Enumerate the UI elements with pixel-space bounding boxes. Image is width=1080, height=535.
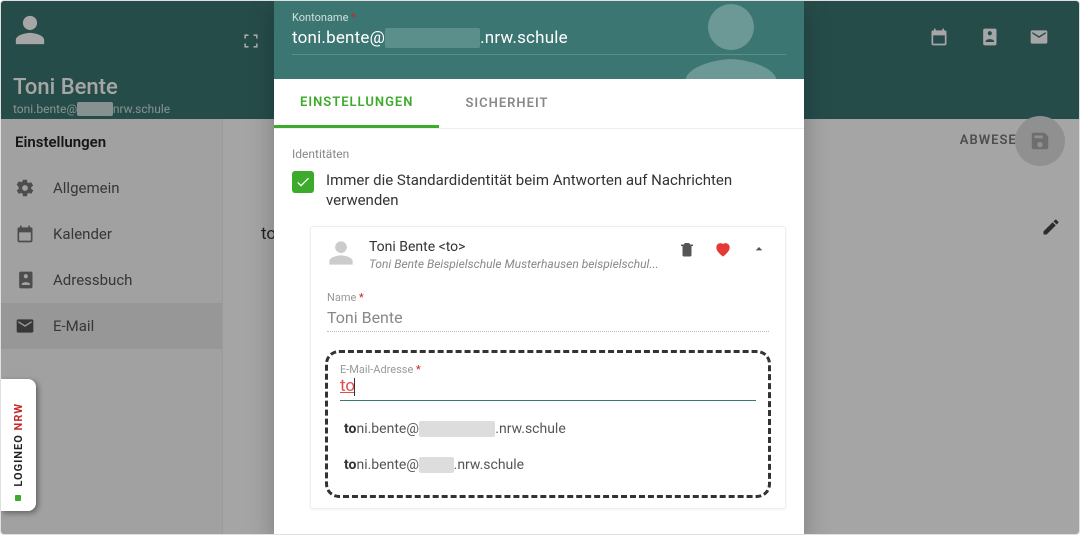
tab-einstellungen[interactable]: EINSTELLUNGEN [274,79,439,128]
app-root: MITTWOCH Toni Bente toni.bente@xxxxxxnrw… [0,0,1080,535]
identity-subtitle: Toni Bente Beispielschule Musterhausen b… [369,257,663,271]
name-input[interactable] [327,304,769,332]
dialog-body: Identitäten Immer die Standardidentität … [274,129,804,509]
email-label: E-Mail-Adresse [340,363,413,376]
suggestion-item[interactable]: toni.bente@xxxxxxxxxxx.nrw.schule [340,411,756,447]
tab-sicherheit[interactable]: SICHERHEIT [439,79,574,128]
suggestion-item[interactable]: toni.bente@xxxxx.nrw.schule [340,447,756,483]
dialog-header: Kontoname * toni.bente@xxxxxxxxxxx.nrw.s… [274,1,804,79]
identity-header: Toni Bente <to> Toni Bente Beispielschul… [327,239,769,271]
email-field-highlight: E-Mail-Adresse * to toni.bente@xxxxxxxxx… [325,350,771,498]
favorite-icon[interactable] [713,239,733,259]
checkbox-checked-icon[interactable] [292,171,314,193]
logineo-text: LOGINEO [12,434,25,486]
logineo-dot [15,495,21,501]
name-label: Name [327,291,356,304]
identities-label: Identitäten [292,147,786,161]
default-identity-checkbox-row[interactable]: Immer die Standardidentität beim Antwort… [292,171,786,222]
email-suggestions: toni.bente@xxxxxxxxxxx.nrw.schule toni.b… [340,411,756,483]
name-field: Name * [327,291,769,332]
identity-actions [677,239,769,259]
person-icon [327,239,355,267]
logineo-suffix: NRW [12,403,25,430]
default-identity-label: Immer die Standardidentität beim Antwort… [326,171,786,210]
text-caret [354,378,355,396]
collapse-icon[interactable] [749,239,769,259]
delete-icon[interactable] [677,239,697,259]
settings-dialog: Kontoname * toni.bente@xxxxxxxxxxx.nrw.s… [274,1,804,535]
avatar-bg-icon [676,0,786,105]
identity-title: Toni Bente <to> [369,239,663,255]
identity-card: Toni Bente <to> Toni Bente Beispielschul… [310,226,786,509]
logineo-tab[interactable]: LOGINEO NRW [1,379,36,511]
email-input-value[interactable]: to [340,376,355,396]
